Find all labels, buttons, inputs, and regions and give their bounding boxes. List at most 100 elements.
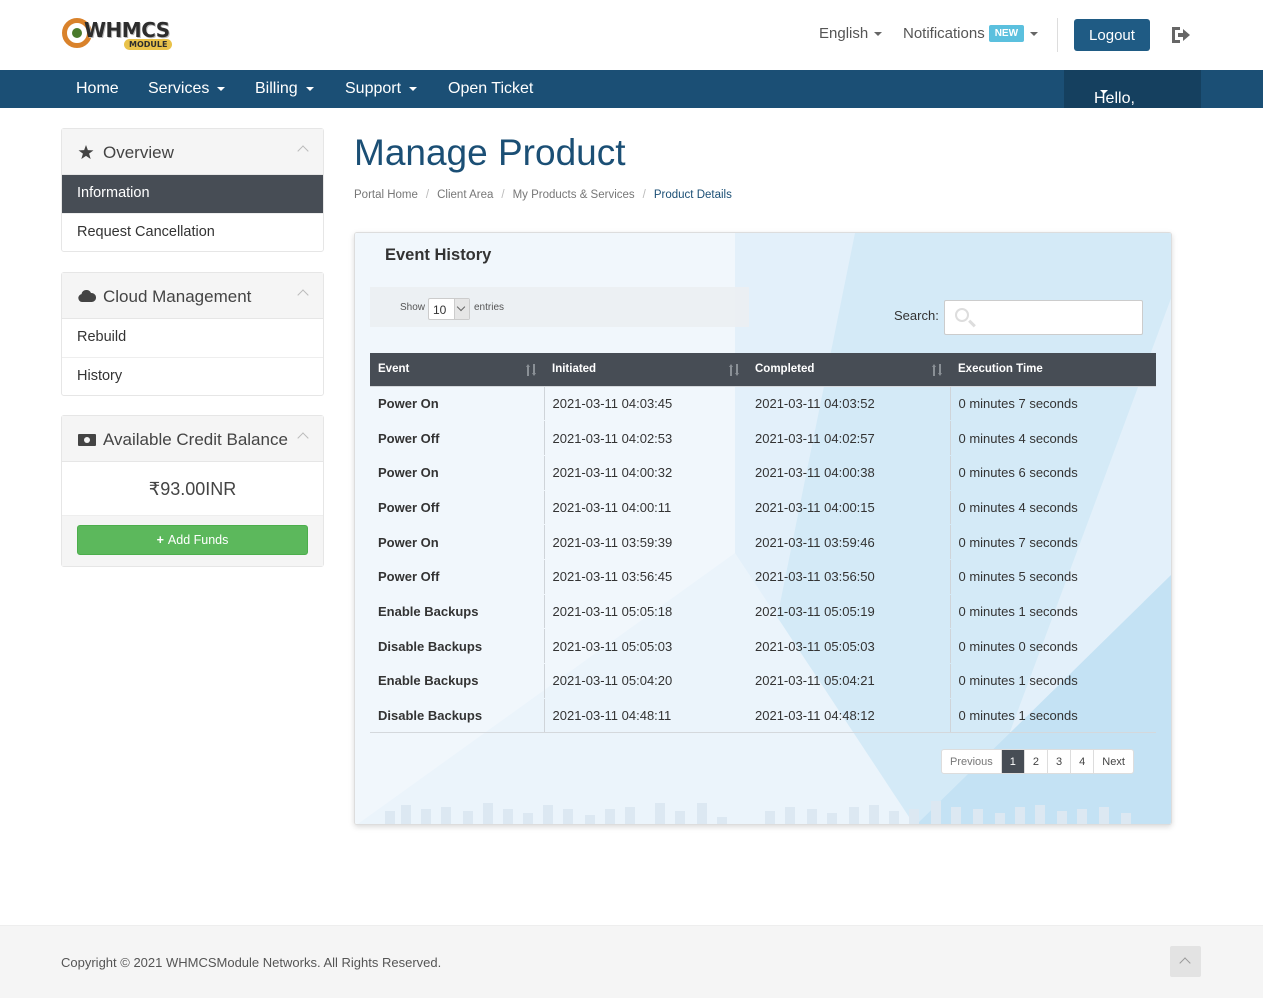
column-completed[interactable]: Completed [747,353,950,386]
cell-completed: 2021-03-11 05:04:21 [755,673,875,689]
add-funds-button[interactable]: + Add Funds [77,525,308,555]
cloud-management-panel-header[interactable]: Cloud Management [62,273,323,319]
cell-event: Power On [378,465,439,481]
table-row: Disable Backups 2021-03-11 04:48:11 2021-0… [370,697,1156,734]
sign-out-icon[interactable] [1169,24,1191,46]
cloud-management-panel: Cloud Management Rebuild History [61,272,324,396]
cell-initiated: 2021-03-11 04:00:32 [543,455,747,491]
entries-select-value: 10 [433,303,447,317]
cell-completed: 2021-03-11 03:56:50 [755,569,875,585]
cell-execution-time: 0 minutes 1 seconds [949,593,1156,629]
cell-completed: 2021-03-11 03:59:46 [747,524,950,560]
entries-label: entries [474,302,505,313]
nav-services[interactable]: Services [148,80,226,98]
back-to-top-button[interactable] [1170,946,1201,977]
search-icon [955,308,969,322]
nav-open-ticket-label: Open Ticket [448,80,534,97]
caret-down-icon [874,32,883,37]
column-initiated-label: Initiated [552,363,597,376]
page-footer: Copyright © 2021 WHMCSModule Networks. A… [0,925,1263,998]
sidebar-item-request-cancellation[interactable]: Request Cancellation [62,213,323,251]
nav-billing[interactable]: Billing [255,80,314,98]
logout-button[interactable]: Logout [1074,19,1150,51]
notifications-dropdown[interactable]: Notifications NEW [903,25,1039,42]
nav-support[interactable]: Support [345,80,418,98]
sidebar-item-rebuild[interactable]: Rebuild [62,319,323,357]
cloud-icon [78,290,96,302]
caret-down-icon [1100,90,1108,94]
pager-4[interactable]: 4 [1070,750,1093,773]
search-input[interactable] [944,300,1143,335]
cell-execution-time: 0 minutes 7 seconds [949,524,1156,560]
chevron-up-icon[interactable] [297,432,309,444]
breadcrumb-products-services[interactable]: My Products & Services [513,189,635,201]
language-dropdown[interactable]: English [819,25,883,42]
caret-down-icon [409,86,418,91]
pager-3[interactable]: 3 [1047,750,1070,773]
cell-initiated: 2021-03-11 05:05:18 [543,593,747,629]
chevron-up-icon[interactable] [297,145,309,157]
chevron-up-icon[interactable] [297,289,309,301]
new-badge: NEW [988,25,1025,42]
cell-initiated: 2021-03-11 04:48:11 [543,697,747,734]
cell-execution-time: 0 minutes 7 seconds [949,385,1156,421]
table-row: Power On 2021-03-11 03:59:39 2021-03-11 03… [370,524,1156,560]
page-title: Manage Product [354,132,626,173]
plus-icon: + [156,533,164,547]
pager-next[interactable]: Next [1093,750,1133,773]
pager-2[interactable]: 2 [1023,750,1047,773]
nav-open-ticket[interactable]: Open Ticket [448,80,533,98]
table-row: Power Off 2021-03-11 04:00:11 2021-03-11 0… [370,489,1156,525]
breadcrumb: Portal Home / Client Area / My Products & Se… [354,189,732,201]
cell-execution-time: 0 minutes 1 seconds [949,663,1156,699]
credit-balance-panel: Available Credit Balance ₹93.00INR + Add … [61,415,324,567]
cell-execution-time: 0 minutes 6 seconds [949,455,1156,491]
column-execution-time[interactable]: Execution Time [950,353,1156,386]
cell-completed: 2021-03-11 04:48:12 [747,697,950,734]
pager-1[interactable]: 1 [1000,750,1024,773]
pagination: Previous 1 2 3 4 Next [941,749,1134,774]
nav-home[interactable]: Home [76,80,119,98]
cell-completed: 2021-03-11 05:05:19 [747,593,950,629]
cell-event: Power On [370,385,544,421]
nav-billing-label: Billing [255,80,298,97]
add-funds-label: Add Funds [167,533,229,547]
sort-icon [526,364,536,376]
entries-select[interactable]: 10 [428,298,470,320]
cell-event: Enable Backups [378,673,479,689]
column-event[interactable]: Event [370,353,544,386]
cell-event: Power Off [378,569,440,585]
sidebar-item-information[interactable]: Information [62,175,323,213]
sort-icon [932,364,942,376]
user-greeting: Hello, Demo! [1094,90,1142,125]
nav-support-label: Support [345,80,402,97]
table-row: Power On 2021-03-11 04:00:32 2021-03-11 04… [370,455,1156,491]
cell-execution-time: 0 minutes 4 seconds [949,420,1156,456]
cell-event: Power Off [370,489,544,525]
cell-event: Power On [370,524,544,560]
language-label: English [819,25,869,42]
table-row: Power On 2021-03-11 04:03:45 2021-03-11 04… [370,385,1156,421]
brand-logo[interactable]: WHMCS MODULE [62,16,186,54]
cell-execution-time: 0 minutes 1 seconds [949,697,1156,734]
overview-panel-header[interactable]: Overview [62,129,323,175]
sidebar-item-history[interactable]: History [62,357,323,395]
table-row: Enable Backups 2021-03-11 05:04:20 2021-03… [370,663,1156,699]
cell-completed: 2021-03-11 04:03:52 [747,385,950,421]
table-row: Enable Backups 2021-03-11 05:05:18 2021-03… [370,593,1156,629]
credit-balance-panel-header[interactable]: Available Credit Balance [62,416,323,462]
star-icon [78,145,94,159]
cell-execution-time: 0 minutes 0 seconds [949,628,1156,664]
breadcrumb-portal-home[interactable]: Portal Home [354,189,418,201]
breadcrumb-product-details: Product Details [653,189,732,201]
credit-balance-title: Available Credit Balance [103,430,288,449]
breadcrumb-client-area[interactable]: Client Area [437,189,493,201]
pager-previous[interactable]: Previous [942,750,1001,773]
credit-balance-footer: + Add Funds [62,516,323,566]
top-header: WHMCS MODULE English Notifications NEW Lo… [0,0,1263,70]
user-menu[interactable]: Hello, Demo! [1064,70,1201,125]
event-history-card: Event History Show 10 entries Search: Ev… [354,232,1172,825]
cell-completed: 2021-03-11 04:00:38 [755,465,875,481]
column-initiated[interactable]: Initiated [544,353,747,386]
show-label: Show [400,302,426,313]
